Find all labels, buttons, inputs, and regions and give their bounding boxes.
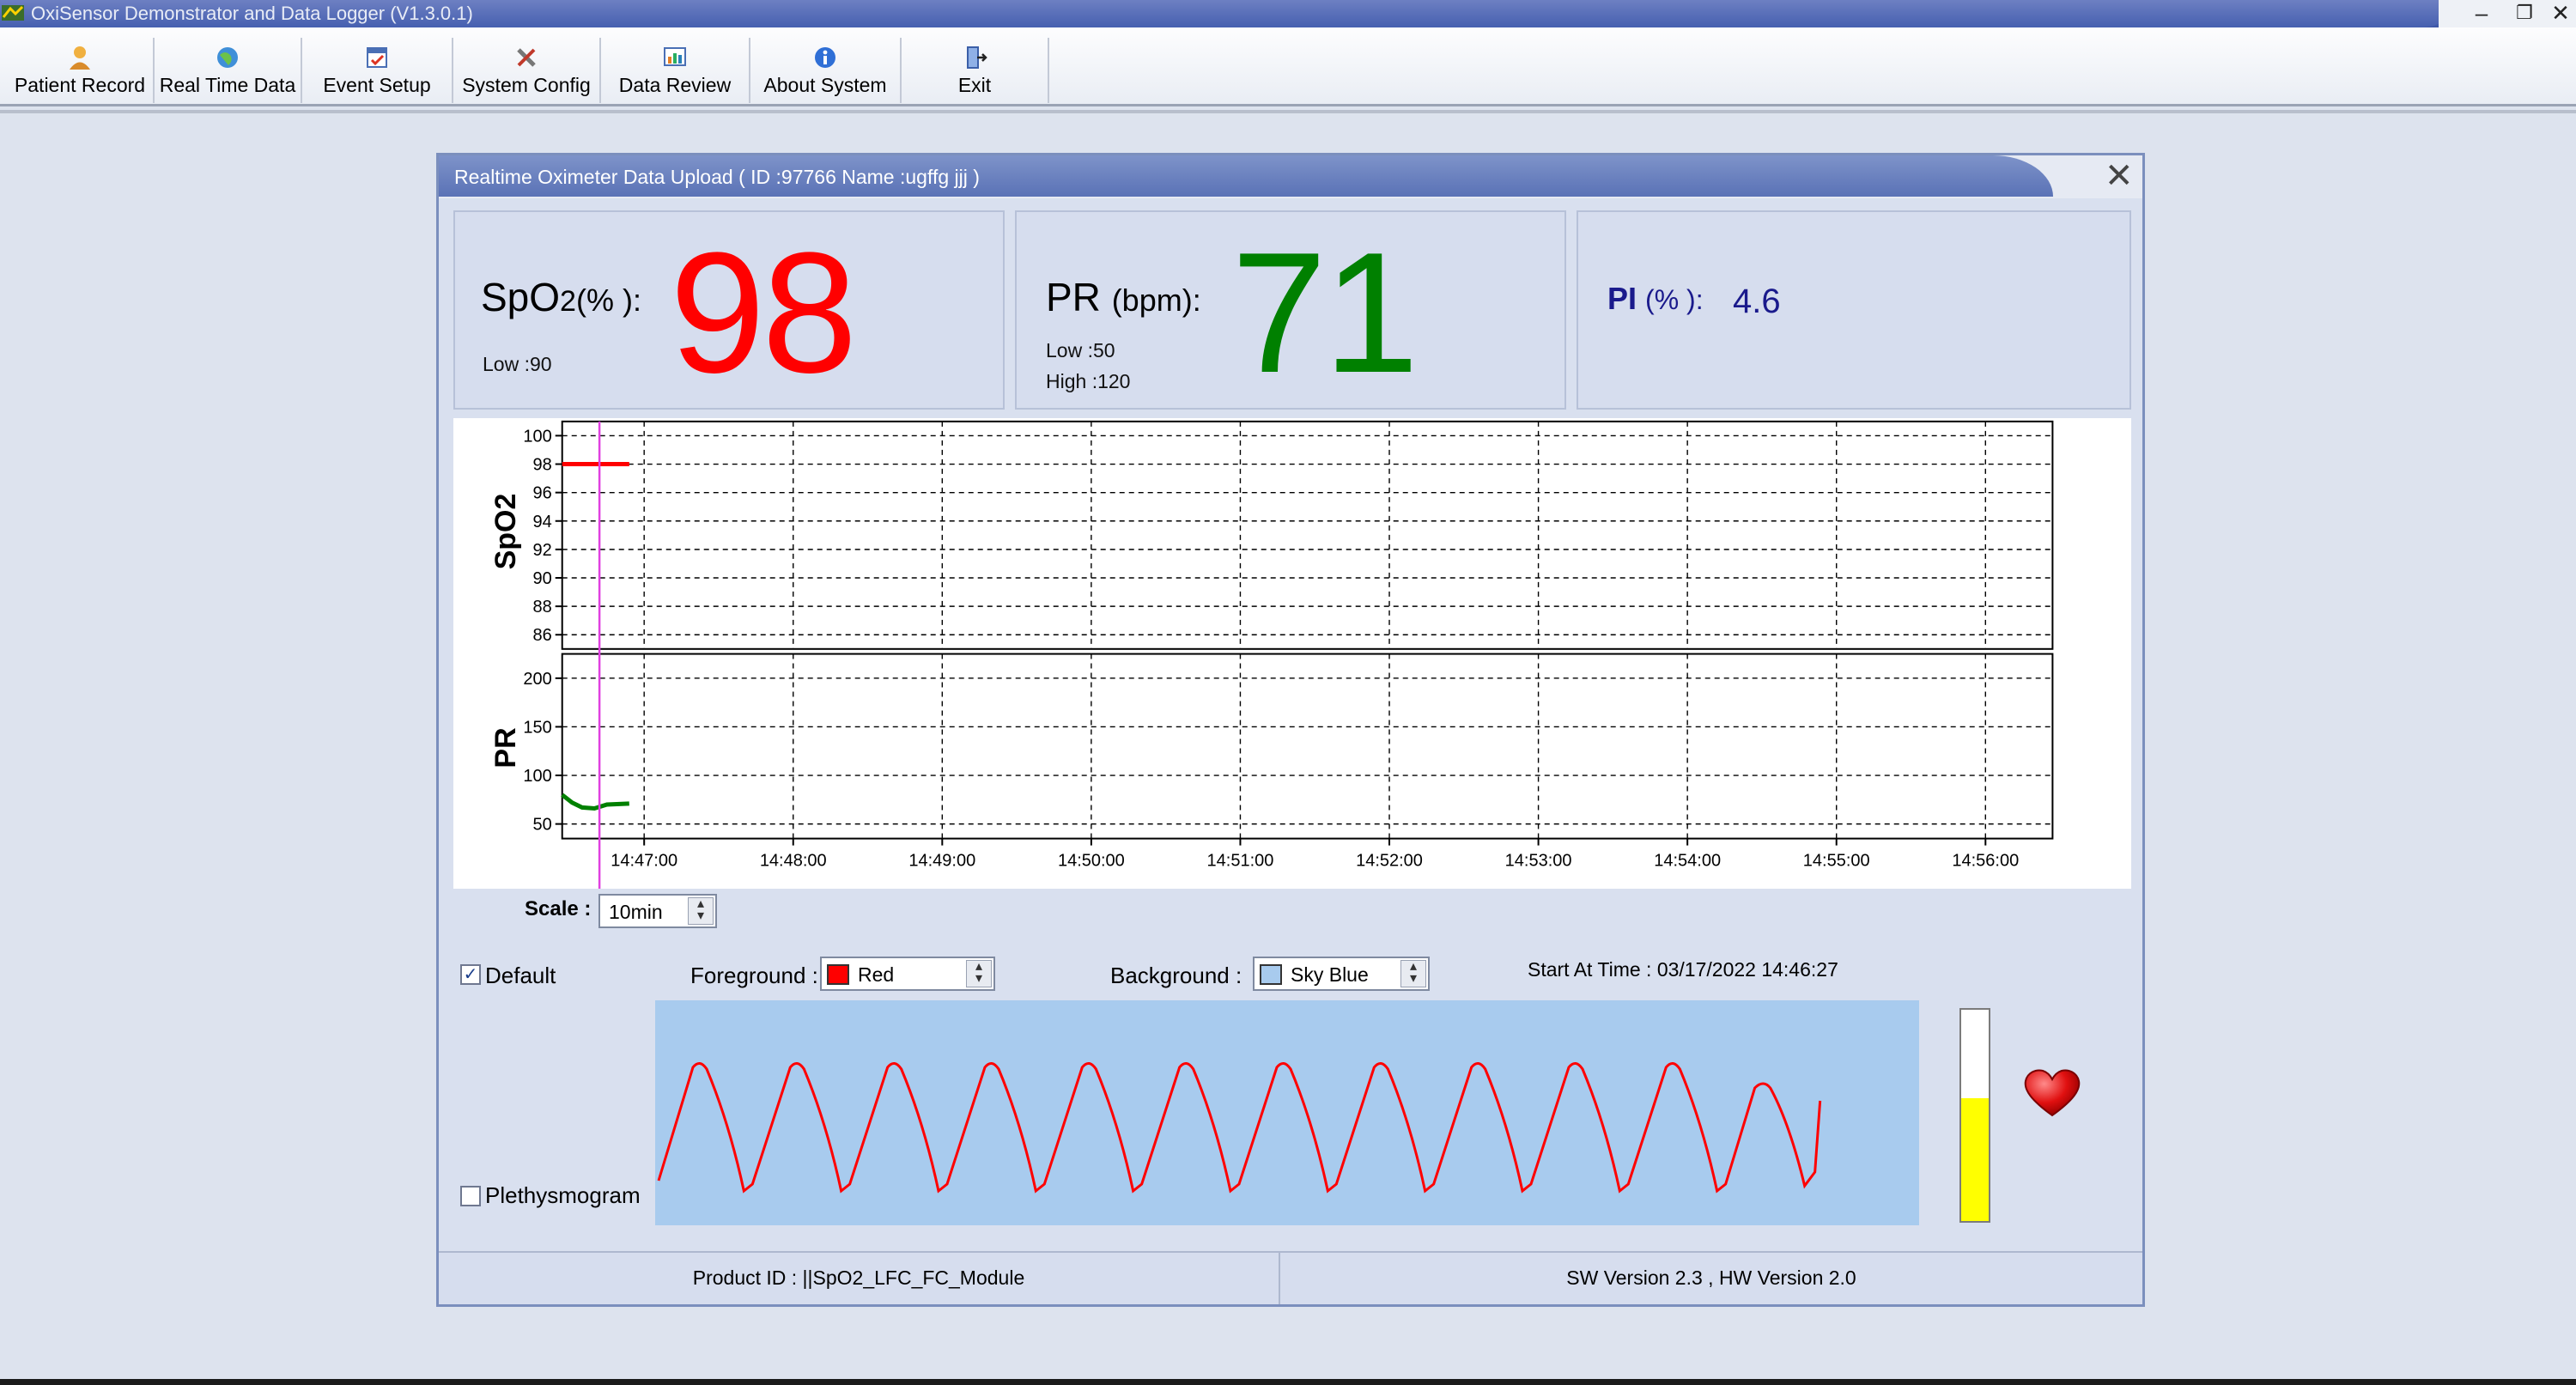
plethysmogram-trace — [657, 1062, 1822, 1194]
tools-icon — [517, 48, 536, 67]
restore-button[interactable]: ❐ — [2507, 0, 2542, 27]
spo2-axis-title: SpO2 — [489, 494, 522, 570]
scale-label: Scale : — [525, 897, 592, 920]
patient-record-button[interactable]: Patient Record — [7, 38, 155, 103]
spinner-arrows-icon: ▴ ▾ — [966, 960, 992, 987]
main-toolbar: Patient Record Real Time Data Event Setu… — [0, 27, 2576, 106]
pr-low-limit: Low :50 — [1046, 339, 1115, 361]
spinner-arrows-icon: ▴ ▾ — [1400, 960, 1426, 987]
y-tick-label: 100 — [523, 427, 551, 446]
x-tick-label: 14:52:00 — [1356, 852, 1423, 871]
about-system-button[interactable]: About System — [750, 38, 902, 103]
plethysmogram-label: Plethysmogram — [485, 1182, 641, 1208]
y-tick-label: 92 — [532, 541, 551, 560]
x-tick-label: 14:49:00 — [908, 852, 975, 871]
y-tick-label: 88 — [532, 598, 551, 617]
dialog-title: Realtime Oximeter Data Upload ( ID :9776… — [454, 166, 980, 188]
pr-high-limit: High :120 — [1046, 370, 1131, 392]
chart-panel-frame-1 — [561, 653, 2054, 840]
system-config-button[interactable]: System Config — [453, 38, 601, 103]
y-tick-label: 100 — [523, 767, 551, 786]
y-tick-label: 90 — [532, 569, 551, 588]
spo2-label: SpO2(% ): — [481, 275, 641, 319]
x-tick-label: 14:56:00 — [1952, 852, 2019, 871]
product-id-cell: Product ID : ||SpO2_LFC_FC_Module — [439, 1253, 1280, 1304]
trend-chart: 100 98 96 94 92 90 88 86 200 150 100 50 14:47:00 14:4… — [453, 418, 2131, 889]
pr-axis-title: PR — [489, 727, 522, 768]
heart-beat-icon — [2024, 1069, 2081, 1117]
pi-value: 4.6 — [1733, 282, 1781, 320]
start-time-label: Start At Time : 03/17/2022 14:46:27 — [1528, 958, 1838, 981]
background-color-swatch — [1260, 964, 1282, 985]
foreground-color-swatch — [827, 964, 849, 985]
default-checkbox[interactable]: ✓ — [460, 964, 481, 985]
review-icon — [664, 47, 686, 66]
foreground-select[interactable]: Red ▴ ▾ — [820, 957, 995, 991]
x-tick-label: 14:53:00 — [1505, 852, 1572, 871]
info-icon — [815, 47, 835, 68]
dialog-close-button[interactable]: ✕ — [2105, 159, 2134, 193]
y-tick-label: 98 — [532, 456, 551, 475]
event-setup-button[interactable]: Event Setup — [302, 38, 453, 103]
globe-icon — [217, 47, 238, 68]
background-label: Background : — [1110, 963, 1242, 988]
foreground-label: Foreground : — [690, 963, 818, 988]
pr-label: PR (bpm): — [1046, 275, 1201, 319]
pr-panel: PR (bpm): Low :50 High :120 71 — [1015, 210, 1566, 410]
plethysmogram-checkbox[interactable] — [460, 1186, 481, 1206]
close-window-button[interactable]: ✕ — [2543, 0, 2576, 27]
signal-strength-bar — [1959, 1008, 1990, 1223]
default-checkbox-label: Default — [485, 963, 556, 988]
scale-select[interactable]: 10min ▴ ▾ — [598, 894, 717, 928]
exit-door-icon — [967, 46, 987, 69]
plethysmogram-display — [655, 1000, 1919, 1225]
dialog-title-bar[interactable]: Realtime Oximeter Data Upload ( ID :9776… — [439, 155, 2142, 198]
x-tick-label: 14:51:00 — [1207, 852, 1274, 871]
y-tick-label: 96 — [532, 484, 551, 503]
spo2-low-limit: Low :90 — [483, 353, 552, 375]
taskbar-edge — [0, 1379, 2576, 1385]
spo2-value: 98 — [670, 217, 857, 409]
version-cell: SW Version 2.3 , HW Version 2.0 — [1566, 1267, 1856, 1289]
x-tick-label: 14:55:00 — [1803, 852, 1870, 871]
window-title-bar: OxiSensor Demonstrator and Data Logger (… — [0, 0, 2576, 27]
y-tick-label: 200 — [523, 670, 551, 689]
signal-strength-fill — [1961, 1098, 1989, 1221]
event-icon — [367, 47, 387, 68]
y-tick-label: 86 — [532, 626, 551, 645]
data-review-button[interactable]: Data Review — [601, 38, 750, 103]
window-title: OxiSensor Demonstrator and Data Logger (… — [31, 3, 473, 24]
exit-button[interactable]: Exit — [902, 38, 1049, 103]
pi-panel: PI (% ): 4.6 — [1577, 210, 2131, 410]
spinner-arrows-icon: ▴ ▾ — [688, 897, 714, 925]
x-tick-label: 14:48:00 — [760, 852, 827, 871]
realtime-upload-dialog: Realtime Oximeter Data Upload ( ID :9776… — [436, 153, 2145, 1307]
background-select[interactable]: Sky Blue ▴ ▾ — [1253, 957, 1430, 991]
chart-panel-frame-0 — [561, 420, 2054, 650]
spo2-panel: SpO2(% ): Low :90 98 — [453, 210, 1005, 410]
y-tick-label: 50 — [532, 816, 551, 835]
y-tick-label: 150 — [523, 718, 551, 737]
real-time-data-button[interactable]: Real Time Data — [155, 38, 302, 103]
app-logo-icon — [2, 5, 24, 21]
dialog-status-bar: Product ID : ||SpO2_LFC_FC_Module SW Ver… — [439, 1251, 2142, 1304]
x-tick-label: 14:54:00 — [1654, 852, 1721, 871]
plethysmogram-wave — [657, 1062, 1822, 1194]
y-tick-label: 94 — [532, 513, 551, 532]
toolbar-separator — [0, 110, 2576, 113]
pr-value: 71 — [1231, 217, 1419, 409]
minimize-button[interactable]: – — [2464, 0, 2499, 27]
pi-label: PI (% ): — [1607, 281, 1704, 316]
trend-chart-svg: 100 98 96 94 92 90 88 86 200 150 100 50 14:47:00 14:4… — [489, 420, 2054, 889]
x-tick-label: 14:47:00 — [611, 852, 677, 871]
patient-icon — [70, 46, 90, 70]
x-tick-label: 14:50:00 — [1058, 852, 1125, 871]
